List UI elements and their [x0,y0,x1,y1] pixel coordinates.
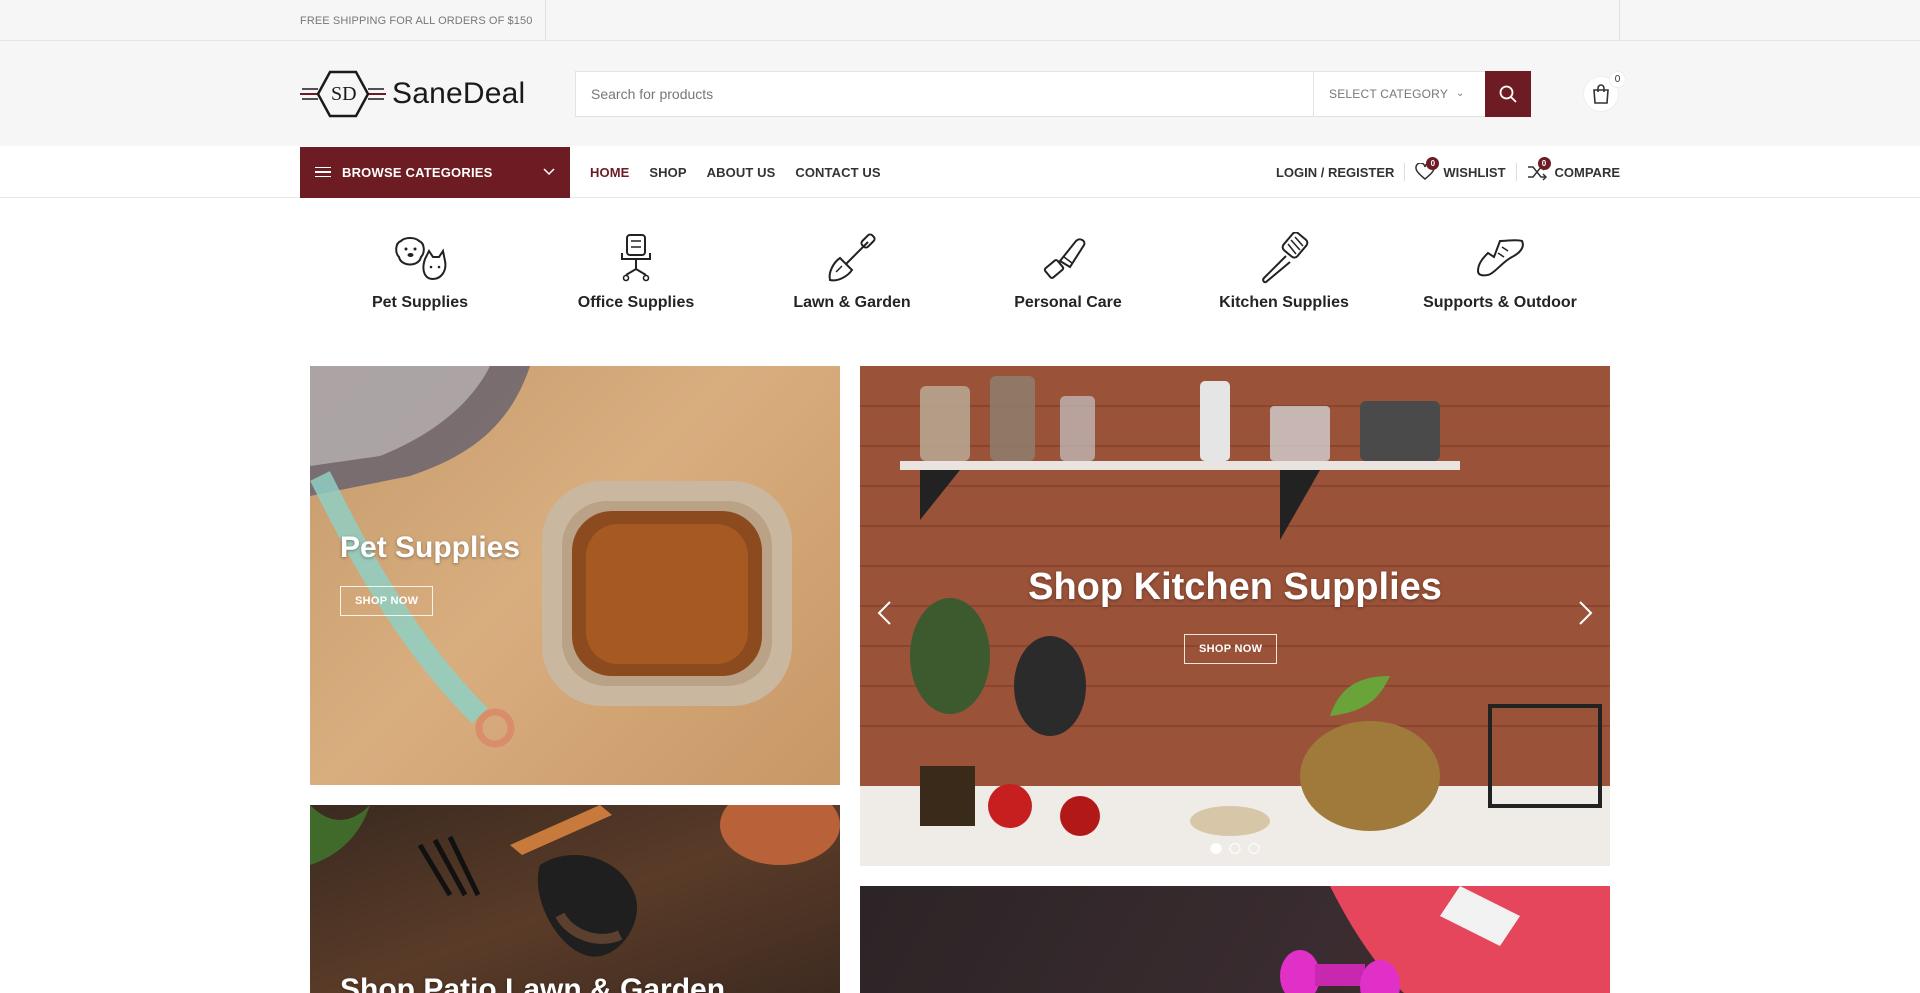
trowel-icon [828,233,876,282]
wishlist-label: WISHLIST [1443,164,1506,180]
category-kitchen-supplies[interactable]: Kitchen Supplies [1184,232,1384,312]
search-input[interactable] [576,71,1313,116]
fitness-banner[interactable] [860,886,1610,993]
lipstick-icon [1043,238,1086,279]
hamburger-icon [315,164,331,181]
banner-title: Shop Kitchen Supplies [1028,566,1442,608]
login-register-link[interactable]: LOGIN / REGISTER [1276,165,1394,180]
free-shipping-notice: FREE SHIPPING FOR ALL ORDERS OF $150 [300,0,547,41]
slider-dot-2[interactable] [1229,843,1241,854]
divider [1404,163,1406,181]
category-label: Personal Care [1014,294,1122,311]
chevron-right-icon[interactable] [1570,598,1600,628]
category-label: Supports & Outdoor [1423,294,1577,311]
shop-now-button[interactable]: SHOP NOW [340,586,434,616]
compare-count-badge: 0 [1537,157,1551,170]
login-register-label: LOGIN / REGISTER [1275,164,1395,180]
cart-count-badge: 0 [1609,70,1626,88]
pet-food-bowl-image [310,366,792,748]
kitchen-shelf-image [860,366,1610,866]
search-bar: SELECT CATEGORY ⌄ [575,70,1531,117]
kitchen-supplies-slider[interactable]: Shop Kitchen Supplies SHOP NOW [860,366,1610,866]
main-navigation: BROWSE CATEGORIES HOME SHOP ABOUT US CON… [0,146,1920,198]
menu-home[interactable]: HOME [590,165,629,180]
shoe-icon [1476,239,1524,277]
category-personal-care[interactable]: Personal Care [968,232,1168,312]
chevron-left-icon[interactable] [870,598,900,628]
shop-now-button[interactable]: SHOP NOW [1184,634,1278,664]
divider [1515,163,1517,181]
category-supports-outdoor[interactable]: Supports & Outdoor [1400,232,1600,312]
slider-dot-3[interactable] [1248,843,1260,854]
category-label: Office Supplies [577,294,695,311]
category-select-label: SELECT CATEGORY [1329,86,1449,101]
category-select[interactable]: SELECT CATEGORY ⌄ [1313,71,1485,116]
category-lawn-garden[interactable]: Lawn & Garden [752,232,952,312]
svg-text:SD: SD [331,83,357,105]
browse-categories-label: BROWSE CATEGORIES [342,164,493,180]
category-office-supplies[interactable]: Office Supplies [536,232,736,312]
site-logo[interactable]: SD SaneDeal [300,64,540,124]
dumbbell-towel-image [1280,886,1610,993]
wishlist-count-badge: 0 [1426,157,1440,170]
lawn-garden-banner[interactable]: Shop Patio Lawn & Garden [310,805,840,993]
cart-button[interactable]: 0 [1583,70,1626,112]
wishlist-link[interactable]: 0 WISHLIST [1415,157,1506,181]
account-links: LOGIN / REGISTER 0 WISHLIST 0 COMPARE [1276,157,1620,181]
office-chair-icon [621,234,651,282]
browse-categories-button[interactable]: BROWSE CATEGORIES [300,146,570,198]
site-header: SD SaneDeal SELECT CATEGORY ⌄ 0 [0,41,1920,146]
banner-title: Pet Supplies [340,531,521,564]
top-bar: FREE SHIPPING FOR ALL ORDERS OF $150 [0,0,1920,41]
garden-tools-image [310,805,840,957]
search-icon [1499,85,1517,103]
chevron-down-icon: ⌄ [1456,88,1465,99]
banner-title: Shop Patio Lawn & Garden [340,973,726,993]
category-icons-section: Pet Supplies Office Supplies Lawn & Gard… [0,198,1920,366]
topbar-divider [1619,0,1620,41]
logo-hexagon-icon: SD [300,70,386,117]
menu-contact-us[interactable]: CONTACT US [795,165,880,180]
menu-shop[interactable]: SHOP [649,165,686,180]
search-button[interactable] [1485,70,1531,117]
pet-supplies-banner[interactable]: Pet Supplies SHOP NOW [310,366,840,785]
shopping-bag-icon [1593,83,1609,104]
chevron-down-icon [543,168,555,176]
slider-dot-1[interactable] [1210,843,1222,854]
spatula-icon [1262,232,1309,284]
category-label: Kitchen Supplies [1219,294,1349,311]
logo-text: SaneDeal [392,76,526,110]
banner-section: Pet Supplies SHOP NOW Shop Kitchen Suppl… [0,366,1920,993]
slider-pagination [1210,843,1260,854]
menu-about-us[interactable]: ABOUT US [707,165,776,180]
compare-label: COMPARE [1554,164,1620,180]
category-label: Pet Supplies [371,294,469,311]
main-menu: HOME SHOP ABOUT US CONTACT US [590,165,901,180]
category-label: Lawn & Garden [793,294,911,311]
compare-link[interactable]: 0 COMPARE [1527,157,1620,181]
pet-icon [395,237,447,281]
category-pet-supplies[interactable]: Pet Supplies [320,232,520,312]
